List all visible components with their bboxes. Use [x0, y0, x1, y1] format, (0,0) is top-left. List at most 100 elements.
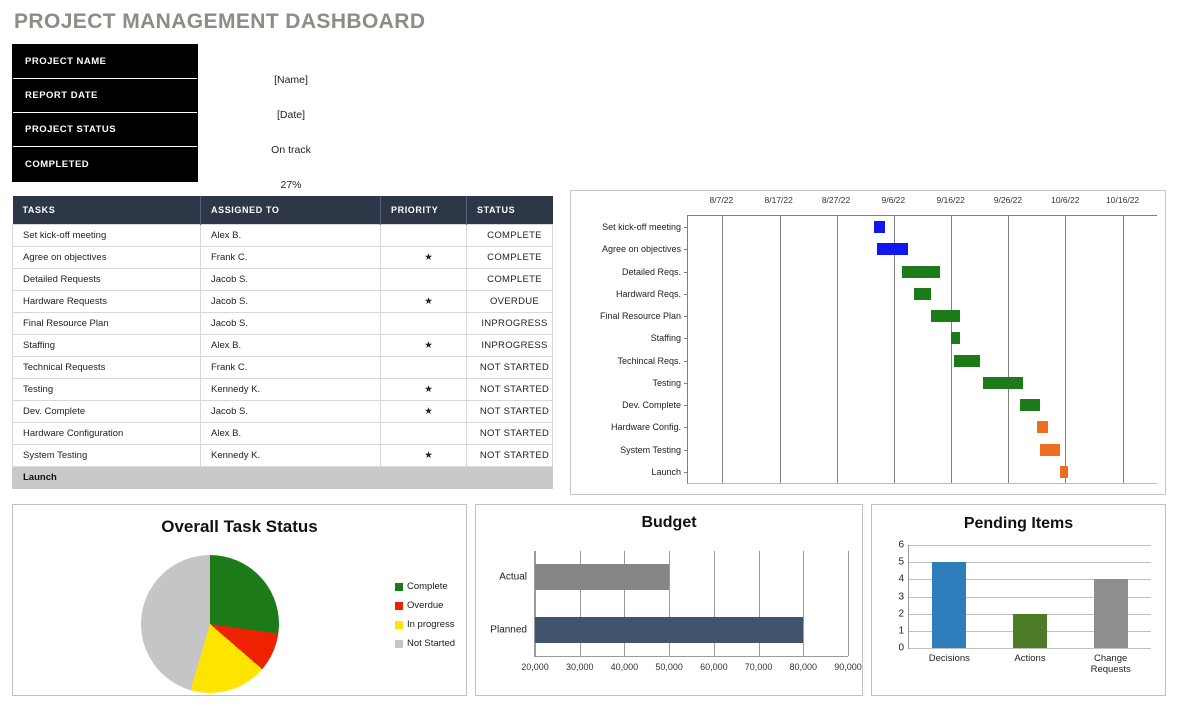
page-title: PROJECT MANAGEMENT DASHBOARD — [14, 10, 425, 34]
cell-priority — [381, 313, 467, 335]
dashboard-page: PROJECT MANAGEMENT DASHBOARD PROJECT NAM… — [0, 0, 1178, 707]
gantt-axis-tick — [684, 450, 688, 451]
table-row[interactable]: Hardware ConfigurationAlex B.NOT STARTED — [13, 423, 553, 445]
budget-plot-area: 20,00030,00040,00050,00060,00070,00080,0… — [534, 551, 848, 657]
pending-bar[interactable] — [932, 562, 966, 648]
gantt-bar[interactable] — [954, 355, 980, 367]
column-header-priority[interactable]: PRIORITY — [381, 196, 467, 225]
cell-task: Detailed Requests — [13, 269, 201, 291]
pending-items-plot-area: 0123456DecisionsActionsChangeRequests — [908, 545, 1151, 649]
pending-category-label: ChangeRequests — [1091, 654, 1131, 676]
gantt-task-label: Hardward Reqs. — [616, 289, 681, 299]
gantt-bar[interactable] — [902, 266, 939, 278]
gantt-bar[interactable] — [931, 310, 960, 322]
table-row[interactable]: Dev. CompleteJacob S.★NOT STARTED — [13, 401, 553, 423]
pending-y-tick-label: 0 — [898, 643, 904, 654]
column-header-status[interactable]: STATUS — [467, 196, 553, 225]
cell-assigned-to: Alex B. — [201, 335, 381, 357]
column-header-assigned-to[interactable]: ASSIGNED TO — [201, 196, 381, 225]
overall-task-status-title: Overall Task Status — [13, 517, 466, 537]
budget-gridline — [848, 551, 849, 656]
pending-gridline — [909, 648, 1151, 649]
info-value-0[interactable]: [Name] — [196, 62, 386, 97]
budget-category-label: Actual — [499, 572, 527, 583]
table-row[interactable]: Final Resource PlanJacob S.INPROGRESS — [13, 313, 553, 335]
table-row[interactable]: Agree on objectivesFrank C.★COMPLETE — [13, 247, 553, 269]
gantt-bar[interactable] — [1060, 466, 1069, 478]
cell-priority — [381, 225, 467, 247]
gantt-task-label: Detailed Reqs. — [622, 267, 681, 277]
legend-item: Complete — [395, 581, 455, 592]
cell-priority — [381, 269, 467, 291]
gantt-bar[interactable] — [1037, 421, 1048, 433]
gantt-bar[interactable] — [1040, 444, 1060, 456]
pending-items-panel: Pending Items 0123456DecisionsActionsCha… — [871, 504, 1166, 696]
gantt-gridline — [894, 216, 895, 483]
table-row[interactable]: System TestingKennedy K.★NOT STARTED — [13, 445, 553, 467]
gantt-task-label: Dev. Complete — [622, 400, 681, 410]
table-row[interactable]: Hardware RequestsJacob S.★OVERDUE — [13, 291, 553, 313]
gantt-axis-tick — [684, 272, 688, 273]
legend-label: Complete — [407, 581, 448, 592]
gantt-bar[interactable] — [877, 243, 908, 255]
gantt-bar[interactable] — [914, 288, 931, 300]
budget-gridline — [803, 551, 804, 656]
budget-bar[interactable] — [535, 564, 669, 590]
cell-task: Launch — [13, 467, 201, 489]
budget-bar[interactable] — [535, 617, 803, 643]
gantt-task-label: Agree on objectives — [602, 244, 681, 254]
gantt-axis-tick — [684, 405, 688, 406]
gantt-axis-tick — [684, 249, 688, 250]
status-badge: NOT STARTED — [467, 357, 553, 379]
gantt-bar[interactable] — [951, 332, 960, 344]
gantt-axis-tick — [684, 338, 688, 339]
pending-category-label: Decisions — [929, 654, 970, 665]
gantt-axis-tick — [684, 427, 688, 428]
cell-task: Hardware Requests — [13, 291, 201, 313]
info-value-1[interactable]: [Date] — [196, 97, 386, 132]
pending-bar[interactable] — [1094, 579, 1128, 648]
pending-y-tick-label: 4 — [898, 574, 904, 585]
tasks-table: TASKS ASSIGNED TO PRIORITY STATUS Set ki… — [12, 196, 553, 489]
cell-task: Technical Requests — [13, 357, 201, 379]
table-row[interactable]: Set kick-off meetingAlex B.COMPLETE — [13, 225, 553, 247]
project-info-values: [Name][Date]On track27% — [196, 44, 386, 202]
gantt-date-label: 10/16/22 — [1106, 195, 1139, 205]
gantt-gridline — [1065, 216, 1066, 483]
status-badge: OVERDUE — [467, 291, 553, 313]
table-row[interactable]: Detailed RequestsJacob S.COMPLETE — [13, 269, 553, 291]
gantt-axis-tick — [684, 294, 688, 295]
legend-label: Not Started — [407, 638, 455, 649]
gantt-bar[interactable] — [983, 377, 1023, 389]
priority-star-icon: ★ — [381, 247, 467, 269]
cell-assigned-to — [201, 467, 381, 489]
status-badge: NOT STARTED — [467, 423, 553, 445]
gantt-task-label: System Testing — [620, 445, 681, 455]
table-row[interactable]: Technical RequestsFrank C.NOT STARTED — [13, 357, 553, 379]
task-status-legend: CompleteOverdueIn progressNot Started — [395, 581, 455, 657]
cell-assigned-to: Frank C. — [201, 247, 381, 269]
cell-priority — [381, 357, 467, 379]
gantt-chart-panel: 8/7/228/17/228/27/229/6/229/16/229/26/22… — [570, 190, 1166, 495]
gantt-bar[interactable] — [1020, 399, 1040, 411]
legend-swatch — [395, 621, 403, 629]
gantt-axis-tick — [684, 472, 688, 473]
table-row[interactable]: TestingKennedy K.★NOT STARTED — [13, 379, 553, 401]
cell-task: Dev. Complete — [13, 401, 201, 423]
info-value-2[interactable]: On track — [196, 132, 386, 167]
status-badge: NOT STARTED — [467, 379, 553, 401]
table-row[interactable]: Launch — [13, 467, 553, 489]
status-badge: NOT STARTED — [467, 401, 553, 423]
cell-assigned-to: Jacob S. — [201, 291, 381, 313]
pending-bar[interactable] — [1013, 614, 1047, 648]
gantt-bar[interactable] — [874, 221, 885, 233]
column-header-tasks[interactable]: TASKS — [13, 196, 201, 225]
status-badge: NOT STARTED — [467, 445, 553, 467]
budget-x-tick-label: 40,000 — [611, 662, 639, 672]
cell-task: Staffing — [13, 335, 201, 357]
status-badge: INPROGRESS — [467, 313, 553, 335]
cell-task: Hardware Configuration — [13, 423, 201, 445]
table-row[interactable]: StaffingAlex B.★INPROGRESS — [13, 335, 553, 357]
gantt-date-label: 10/6/22 — [1051, 195, 1079, 205]
overall-task-status-panel: Overall Task Status CompleteOverdueIn pr… — [12, 504, 467, 696]
